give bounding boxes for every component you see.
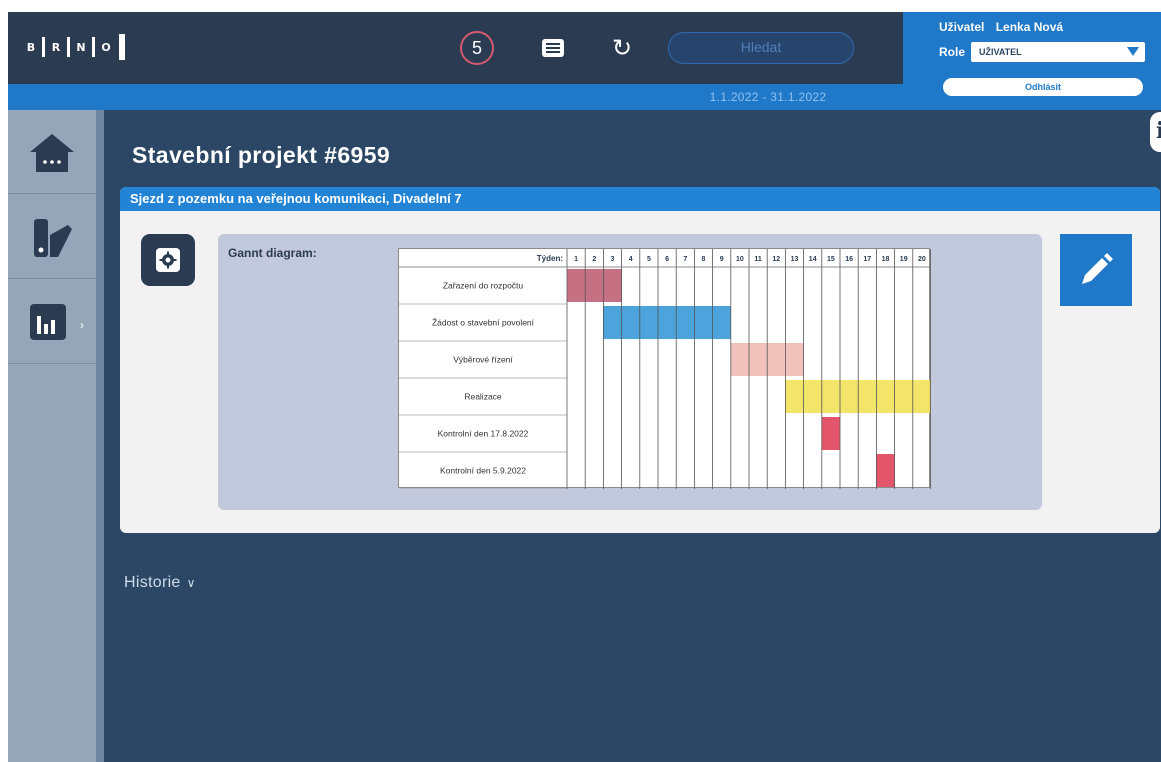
sidebar: › [8, 110, 96, 762]
logo-letter-n: N [76, 40, 86, 54]
week-header-label: Týden: [537, 254, 563, 263]
project-card: Sjezd z pozemku na veřejnou komunikaci, … [120, 187, 1160, 533]
week-number: 2 [592, 256, 596, 263]
home-icon [30, 134, 74, 172]
chevron-down-icon [1127, 47, 1140, 56]
gantt-label: Gannt diagram: [228, 246, 317, 260]
history-label: Historie [124, 574, 181, 591]
week-number: 12 [772, 256, 780, 263]
pencil-icon [1082, 253, 1113, 284]
week-number: 14 [809, 256, 817, 263]
user-info: Uživatel Lenka Nová [939, 20, 1063, 34]
list-view-button[interactable] [540, 36, 566, 60]
logout-button[interactable]: Odhlásit [943, 78, 1143, 96]
week-number: 8 [702, 256, 706, 263]
task-label: Kontrolní den 17.8.2022 [438, 429, 529, 439]
gantt-chart: Týden: 1 2 3 4 5 6 7 8 9 10 11 12 13 14 15 16 17 18 19 20 Zař… [398, 248, 931, 489]
week-number: 18 [882, 256, 890, 263]
week-number: 3 [611, 256, 615, 263]
week-number: 15 [827, 256, 835, 263]
sidebar-item-home[interactable] [8, 110, 96, 194]
refresh-icon: ↻ [611, 34, 633, 62]
week-number: 5 [647, 256, 651, 263]
week-number: 4 [629, 256, 633, 263]
user-label: Uživatel [939, 20, 985, 34]
list-icon [542, 39, 564, 57]
notification-badge[interactable]: 5 [460, 31, 494, 65]
logo-letter-b: B [26, 40, 36, 54]
search-button[interactable]: Hledat [668, 32, 854, 64]
gantt-bar [567, 269, 622, 302]
role-value: UŽIVATEL [979, 47, 1022, 57]
week-number: 13 [791, 256, 799, 263]
logo-separator [92, 37, 95, 57]
task-label: Realizace [464, 392, 502, 402]
task-label: Kontrolní den 5.9.2022 [440, 466, 526, 476]
info-icon: i [1156, 118, 1161, 144]
gantt-svg: Týden: 1 2 3 4 5 6 7 8 9 10 11 12 13 14 15 16 17 18 19 20Zař… [399, 249, 931, 489]
logo-separator [67, 37, 70, 57]
week-number: 10 [736, 256, 744, 263]
user-panel: Uživatel Lenka Nová Role UŽIVATEL Odhlás… [903, 12, 1161, 110]
role-label: Role [939, 45, 966, 59]
info-button[interactable]: i [1150, 112, 1161, 152]
history-toggle[interactable]: Historie ∨ [124, 574, 196, 592]
week-number: 11 [754, 256, 762, 263]
week-number: 6 [665, 256, 669, 263]
role-select[interactable]: UŽIVATEL [971, 42, 1146, 62]
page-title: Stavební projekt #6959 [132, 142, 391, 168]
logo-letter-o: O [101, 40, 111, 54]
week-number: 19 [900, 256, 908, 263]
edit-button[interactable] [1060, 234, 1132, 306]
expand-caret-icon: › [80, 318, 84, 332]
gantt-bar [821, 417, 840, 450]
user-name: Lenka Nová [995, 20, 1064, 34]
gantt-bar [876, 454, 895, 487]
logo-bar [119, 34, 125, 60]
brno-logo[interactable]: B R N O [22, 34, 125, 60]
sidebar-item-documents[interactable] [8, 195, 96, 279]
week-number: 1 [574, 256, 578, 263]
app-window: B R N O 5 ↻ Hledat 1.1.2022 - 31.1.2022 [8, 12, 1161, 762]
sidebar-item-statistics[interactable]: › [8, 280, 96, 364]
gantt-bar [603, 306, 731, 339]
week-number: 7 [683, 256, 687, 263]
week-number: 9 [720, 256, 724, 263]
settings-button[interactable] [141, 234, 195, 286]
week-number: 17 [863, 256, 871, 263]
bar-chart-icon [30, 304, 66, 340]
date-range: 1.1.2022 - 31.1.2022 [709, 90, 827, 104]
gear-icon [159, 251, 177, 269]
task-label: Žádost o stavební povolení [432, 318, 535, 328]
week-number: 20 [918, 256, 926, 263]
documents-icon [34, 219, 72, 257]
settings-icon-frame [156, 248, 180, 272]
task-label: Zařazení do rozpočtu [443, 281, 524, 291]
chevron-down-icon: ∨ [186, 576, 196, 590]
gantt-panel: Gannt diagram: Týden: 1 2 3 4 5 6 7 8 9 10 11 12 13 14… [218, 234, 1042, 510]
sidebar-divider [96, 110, 104, 762]
task-label: Výběrové řízení [453, 355, 513, 365]
logo-separator [42, 37, 45, 57]
refresh-button[interactable]: ↻ [608, 34, 636, 62]
card-header: Sjezd z pozemku na veřejnou komunikaci, … [120, 187, 1160, 211]
week-number: 16 [845, 256, 853, 263]
logo-letter-r: R [51, 40, 61, 54]
role-row: Role UŽIVATEL [939, 42, 1146, 62]
